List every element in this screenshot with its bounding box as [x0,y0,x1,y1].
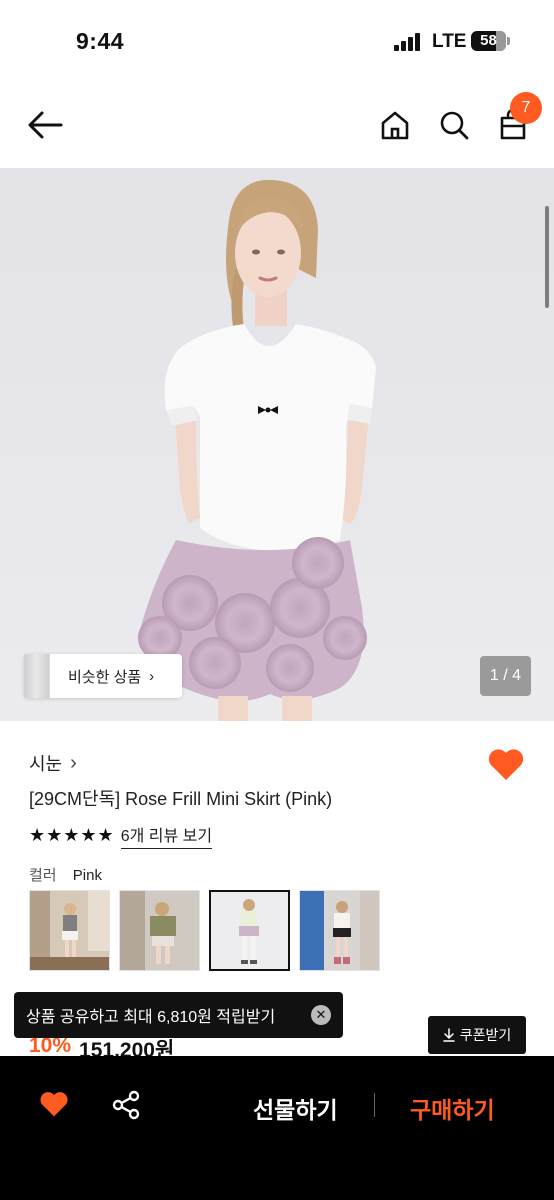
product-title: [29CM단독] Rose Frill Mini Skirt (Pink) [29,789,333,809]
brand-link[interactable]: 시눈 › [29,750,77,776]
bottom-action-bar [0,1056,554,1200]
color-label: 컬러 [29,867,57,884]
download-icon [442,1028,455,1042]
color-value: Pink [72,867,102,884]
battery-icon: 58 [471,31,506,51]
arrow-left-icon [28,111,63,139]
rating-row: ★★★★★ 6개 리뷰 보기 [29,822,213,849]
divider [374,1093,375,1117]
search-button[interactable] [434,105,474,145]
coupon-button[interactable]: 쿠폰받기 [428,1016,526,1054]
heart-icon [488,749,524,780]
home-icon [381,111,409,140]
gift-button[interactable]: 선물하기 [253,1091,338,1125]
home-button[interactable] [375,105,415,145]
brand-name: 시눈 [29,754,63,774]
image-page-indicator: 1 / 4 [480,656,531,696]
swatch-thumbnail [300,891,379,970]
chevron-right-icon: › [70,751,77,774]
similar-products-button[interactable]: 비슷한 상품 › [24,654,182,698]
wishlist-button-bottom[interactable] [39,1091,69,1118]
status-bar: 9:44 LTE 58 [0,0,554,80]
signal-icon [394,33,424,51]
chevron-right-icon: › [149,667,155,685]
status-time: 9:44 [76,28,125,54]
cart-count-badge: 7 [510,92,542,124]
heart-icon [40,1092,68,1117]
search-icon [440,111,469,140]
product-image[interactable] [0,168,554,721]
battery-tip [507,37,510,45]
coupon-label: 쿠폰받기 [459,1027,512,1043]
network-label: LTE [432,31,467,52]
buy-button[interactable]: 구매하기 [410,1091,495,1125]
battery-level: 58 [480,32,497,49]
color-swatch[interactable] [29,890,110,971]
toast-message: 상품 공유하고 최대 6,810원 적립받기 [26,1009,276,1026]
color-swatch[interactable] [299,890,380,971]
rating-stars-icon: ★★★★★ [29,825,115,845]
scrollbar[interactable] [545,206,549,308]
share-button[interactable] [112,1090,140,1120]
swatch-thumbnail [211,892,288,969]
similar-products-thumbnail [24,654,50,698]
color-swatch[interactable] [119,890,200,971]
nav-bar [0,90,554,168]
product-photo-illustration [138,179,376,721]
swatch-thumbnail [120,891,199,970]
back-button[interactable] [25,105,65,145]
swatch-thumbnail [30,891,109,970]
review-link[interactable]: 6개 리뷰 보기 [120,822,213,849]
share-icon [112,1090,140,1120]
color-swatch-selected[interactable] [209,890,290,971]
share-reward-toast[interactable]: 상품 공유하고 최대 6,810원 적립받기 ✕ [14,992,343,1038]
close-icon[interactable]: ✕ [311,1005,331,1025]
wishlist-button[interactable] [487,748,525,782]
color-option-row: 컬러 Pink [29,864,102,885]
similar-products-label: 비슷한 상품 [68,668,142,686]
